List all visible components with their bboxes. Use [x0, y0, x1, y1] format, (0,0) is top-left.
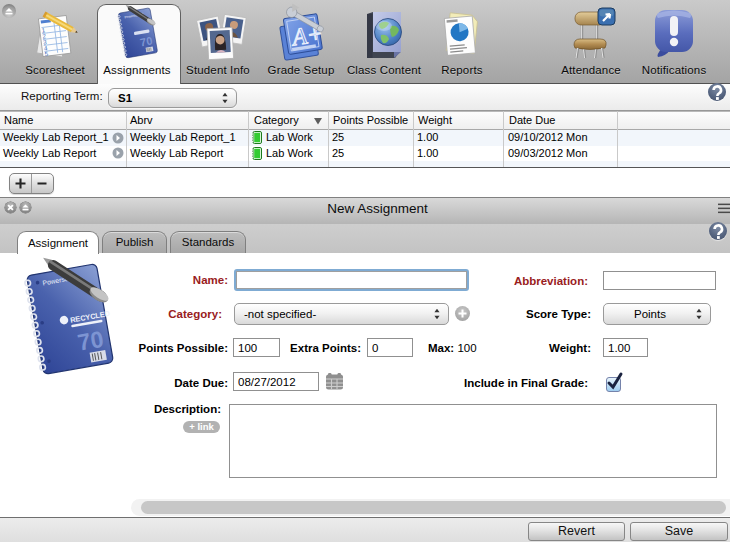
svg-text:70: 70: [139, 34, 153, 48]
